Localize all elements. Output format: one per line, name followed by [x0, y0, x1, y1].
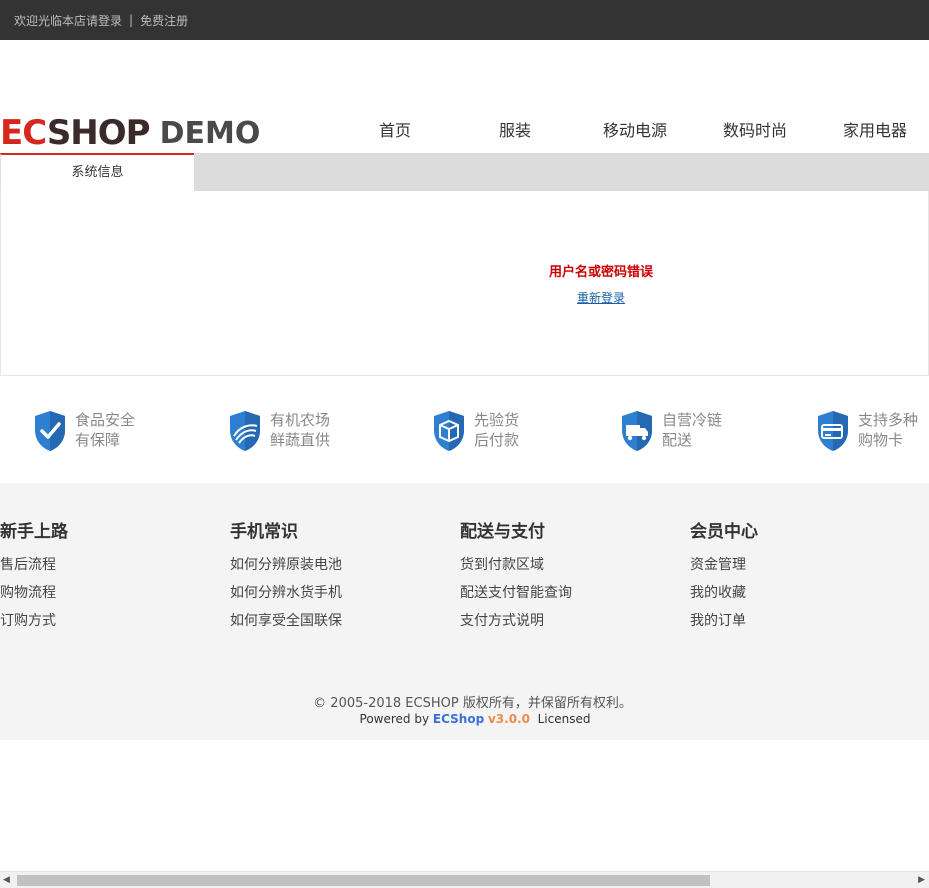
footer-col-member: 会员中心 资金管理 我的收藏 我的订单 — [690, 521, 758, 635]
horizontal-scrollbar[interactable]: ◀ ▶ — [0, 871, 929, 888]
error-message: 用户名或密码错误 — [548, 265, 653, 280]
footer-link[interactable]: 订购方式 — [0, 607, 68, 635]
logo-ec-text: EC — [0, 113, 48, 153]
footer: 新手上路 售后流程 购物流程 订购方式 手机常识 如何分辨原装电池 如何分辨水货… — [0, 483, 929, 740]
tab-system-info[interactable]: 系统信息 — [0, 153, 194, 191]
service-strip: 食品安全 有保障 有机农场 鲜蔬直供 先验货 后付款 自营冷链 配送 支持多种 … — [0, 395, 929, 465]
service-line2: 配送 — [662, 431, 693, 449]
service-inspect-first: 先验货 后付款 — [432, 410, 519, 452]
footer-col-title: 手机常识 — [230, 522, 298, 542]
footer-link[interactable]: 购物流程 — [0, 579, 68, 607]
service-cold-chain: 自营冷链 配送 — [620, 410, 722, 452]
header: ECSHOP DEMO 首页 服装 移动电源 数码时尚 家用电器 — [0, 40, 929, 154]
footer-link[interactable]: 配送支付智能查询 — [460, 579, 572, 607]
nav-appliances[interactable]: 家用电器 — [815, 120, 929, 142]
message-panel: 用户名或密码错误 重新登录 — [0, 191, 929, 376]
service-line2: 鲜蔬直供 — [270, 431, 331, 449]
login-link[interactable]: 欢迎光临本店请登录 — [14, 12, 122, 29]
top-bar: 欢迎光临本店请登录 | 免费注册 — [0, 0, 929, 40]
nav-digital[interactable]: 数码时尚 — [695, 120, 815, 142]
copyright-text: © 2005-2018 ECSHOP 版权所有，并保留所有权利。 — [313, 696, 632, 711]
service-line2: 有保障 — [75, 431, 121, 449]
footer-link[interactable]: 货到付款区域 — [460, 551, 572, 579]
logo-ecshop: ECSHOP — [0, 113, 151, 153]
site-logo[interactable]: ECSHOP DEMO — [0, 112, 260, 150]
box-shield-icon — [434, 411, 464, 451]
service-line1: 支持多种 — [858, 411, 919, 429]
service-line2: 购物卡 — [858, 431, 904, 449]
footer-col-beginner: 新手上路 售后流程 购物流程 订购方式 — [0, 521, 68, 635]
service-line1: 食品安全 — [75, 411, 136, 429]
relogin-link[interactable]: 重新登录 — [577, 291, 625, 305]
truck-shield-icon — [622, 411, 652, 451]
footer-link[interactable]: 如何分辨原装电池 — [230, 551, 342, 579]
service-line1: 自营冷链 — [662, 411, 723, 429]
service-organic-farm: 有机农场 鲜蔬直供 — [228, 410, 330, 452]
nav-clothing[interactable]: 服装 — [455, 120, 575, 142]
card-shield-icon — [818, 411, 848, 451]
relogin-row: 重新登录 — [1, 289, 929, 306]
footer-link[interactable]: 我的收藏 — [690, 579, 758, 607]
service-line2: 后付款 — [474, 431, 520, 449]
footer-col-title: 新手上路 — [0, 522, 68, 542]
service-food-safety: 食品安全 有保障 — [33, 410, 135, 452]
check-shield-icon — [35, 411, 65, 451]
footer-col-title: 会员中心 — [690, 522, 758, 542]
ecshop-link[interactable]: ECShop — [433, 712, 484, 726]
powered-prefix: Powered by — [359, 712, 430, 726]
footer-link[interactable]: 如何分辨水货手机 — [230, 579, 342, 607]
footer-link[interactable]: 资金管理 — [690, 551, 758, 579]
powered-by: Powered by ECShop v3.0.0 Licensed — [0, 712, 929, 726]
logo-demo-text: DEMO — [159, 116, 261, 151]
nav-power-bank[interactable]: 移动电源 — [575, 120, 695, 142]
service-gift-cards: 支持多种 购物卡 — [816, 410, 918, 452]
farm-shield-icon — [230, 411, 260, 451]
service-line1: 先验货 — [474, 411, 520, 429]
service-line1: 有机农场 — [270, 411, 331, 429]
main-nav: 首页 服装 移动电源 数码时尚 家用电器 — [335, 120, 929, 142]
register-link[interactable]: 免费注册 — [140, 12, 188, 29]
topbar-separator: | — [129, 13, 134, 27]
scrollbar-thumb[interactable] — [17, 875, 710, 886]
footer-link[interactable]: 如何享受全国联保 — [230, 607, 342, 635]
footer-col-delivery: 配送与支付 货到付款区域 配送支付智能查询 支付方式说明 — [460, 521, 572, 635]
scroll-right-icon[interactable]: ▶ — [918, 875, 925, 885]
scroll-left-icon[interactable]: ◀ — [3, 875, 10, 885]
logo-shop-text: SHOP — [46, 113, 151, 153]
footer-col-phone-tips: 手机常识 如何分辨原装电池 如何分辨水货手机 如何享受全国联保 — [230, 521, 342, 635]
version-text: v3.0.0 — [487, 712, 530, 726]
nav-home[interactable]: 首页 — [335, 120, 455, 142]
footer-col-title: 配送与支付 — [460, 522, 545, 542]
footer-link[interactable]: 我的订单 — [690, 607, 758, 635]
footer-link[interactable]: 支付方式说明 — [460, 607, 572, 635]
footer-link[interactable]: 售后流程 — [0, 551, 68, 579]
tab-bar: 系统信息 — [0, 153, 929, 191]
powered-suffix: Licensed — [537, 712, 591, 726]
